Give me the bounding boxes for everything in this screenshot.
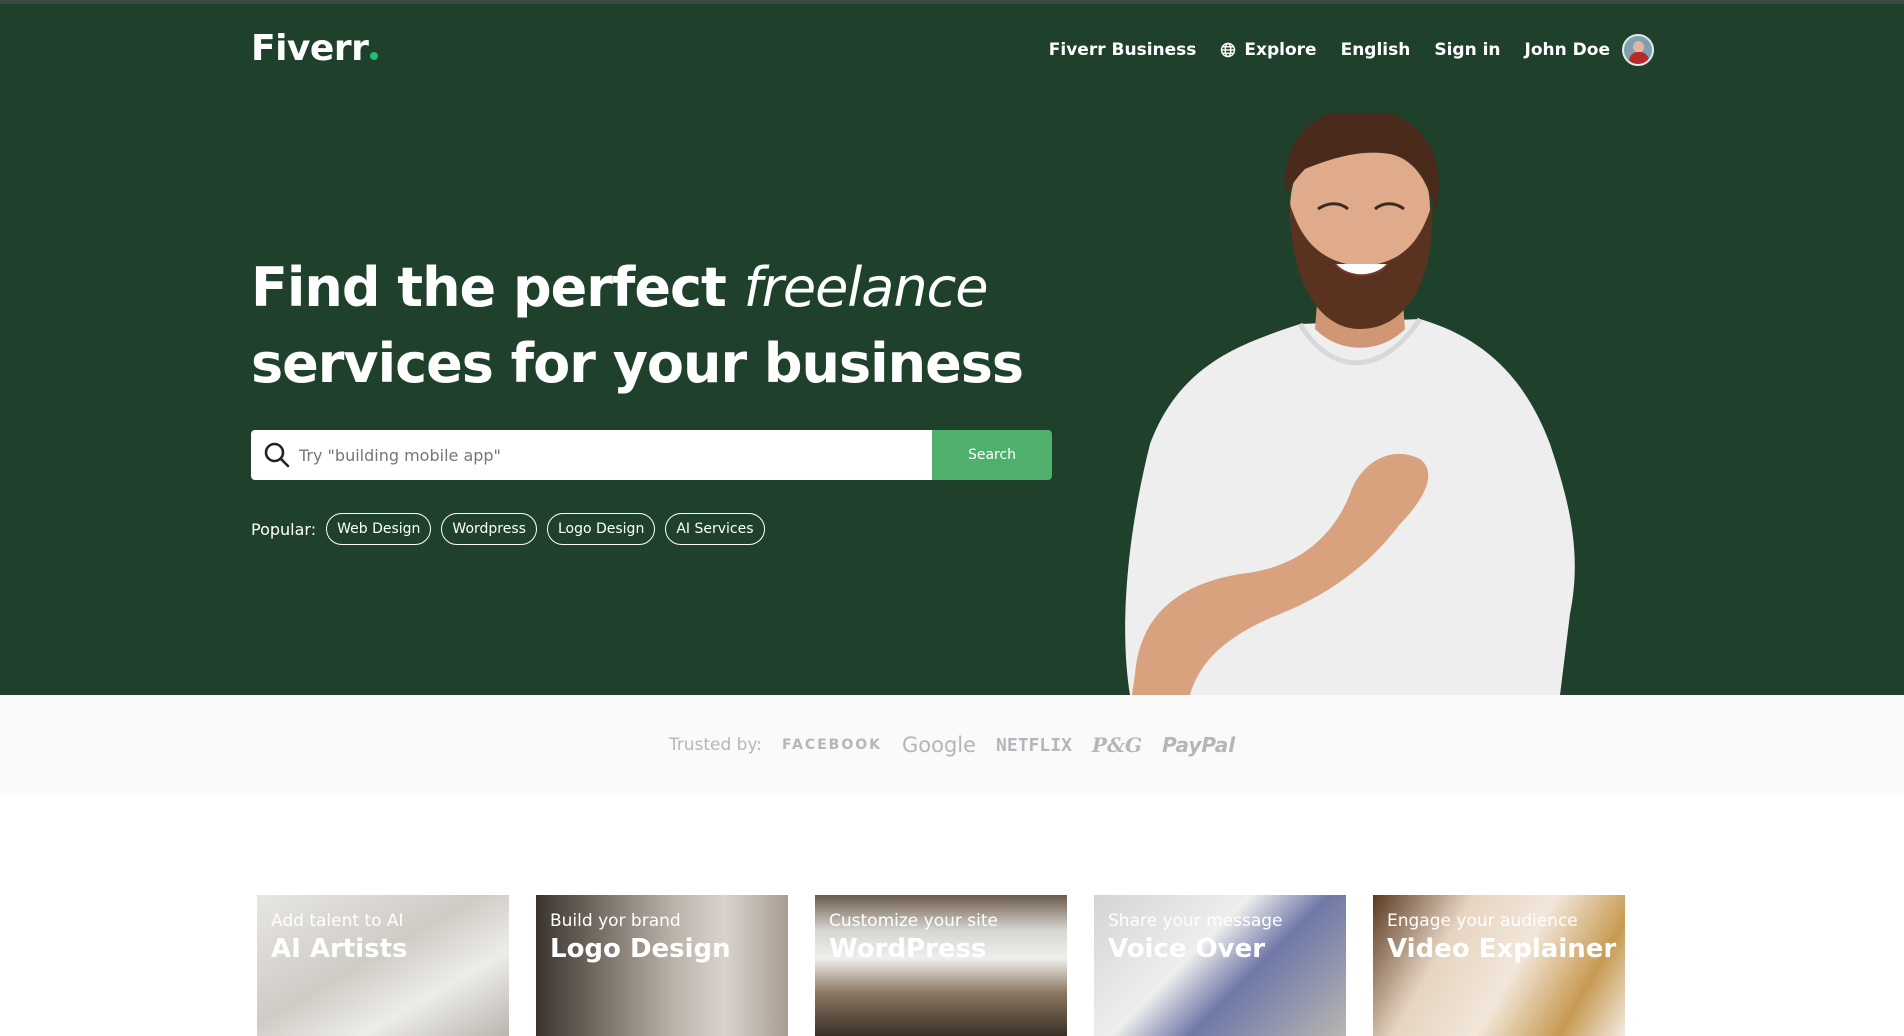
hero-person-image	[1125, 114, 1575, 695]
category-card-logo-design[interactable]: Build yor brand Logo Design	[536, 895, 788, 1036]
top-nav: Fiverr Fiverr Business Explore English S…	[0, 4, 1904, 94]
search-input[interactable]	[299, 445, 932, 465]
avatar-body	[1629, 52, 1649, 64]
card-title: Voice Over	[1108, 934, 1266, 964]
popular-pill-web-design[interactable]: Web Design	[326, 513, 432, 545]
user-name[interactable]: John Doe	[1525, 40, 1610, 60]
search-box[interactable]	[251, 430, 932, 480]
google-logo: Google	[901, 733, 977, 757]
headline-line2: services for your business	[251, 332, 1024, 395]
logo-dot	[370, 52, 379, 60]
card-subtitle: Engage your audience	[1387, 911, 1578, 931]
pg-logo: P&G	[1091, 733, 1143, 757]
card-title: WordPress	[829, 934, 987, 964]
card-title: Logo Design	[550, 934, 731, 964]
facebook-logo: FACEBOOK	[782, 737, 882, 753]
search-button[interactable]: Search	[932, 430, 1052, 480]
popular-searches: Popular: Web Design Wordpress Logo Desig…	[251, 513, 765, 545]
category-card-wordpress[interactable]: Customize your site WordPress	[815, 895, 1067, 1036]
trusted-by-bar: Trusted by: FACEBOOK Google NETFLIX P&G …	[0, 695, 1904, 795]
logo-text: Fiverr	[251, 28, 369, 69]
headline-bold: Find the perfect	[251, 256, 727, 319]
nav-links: Fiverr Business Explore English Sign in …	[1049, 34, 1654, 66]
category-card-video-explainer[interactable]: Engage your audience Video Explainer	[1373, 895, 1625, 1036]
card-subtitle: Share your message	[1108, 911, 1283, 931]
sign-in-link[interactable]: Sign in	[1434, 40, 1500, 60]
explore-label: Explore	[1244, 40, 1317, 60]
globe-icon	[1221, 42, 1236, 58]
hero-headline: Find the perfect freelance services for …	[251, 250, 1024, 402]
category-card-ai-artists[interactable]: Add talent to AI AI Artists	[257, 895, 509, 1036]
fiverr-logo[interactable]: Fiverr	[251, 28, 379, 69]
popular-pill-ai-services[interactable]: AI Services	[665, 513, 765, 545]
language-link[interactable]: English	[1341, 40, 1411, 60]
headline-italic: freelance	[743, 256, 989, 319]
hero-section: Fiverr Fiverr Business Explore English S…	[0, 4, 1904, 695]
paypal-logo: PayPal	[1162, 733, 1236, 757]
card-title: Video Explainer	[1387, 934, 1617, 964]
category-card-voice-over[interactable]: Share your message Voice Over	[1094, 895, 1346, 1036]
category-cards: Add talent to AI AI Artists Build yor br…	[257, 895, 1625, 1036]
trusted-label: Trusted by:	[668, 735, 763, 755]
card-title: AI Artists	[271, 934, 408, 964]
search-bar: Search	[251, 430, 1052, 480]
avatar[interactable]	[1622, 34, 1654, 66]
card-subtitle: Add talent to AI	[271, 911, 404, 931]
popular-label: Popular:	[251, 519, 317, 539]
explore-link[interactable]: Explore	[1220, 40, 1317, 60]
card-subtitle: Customize your site	[829, 911, 998, 931]
fiverr-business-link[interactable]: Fiverr Business	[1049, 40, 1197, 60]
netflix-logo: NETFLIX	[996, 734, 1072, 756]
card-subtitle: Build yor brand	[550, 911, 681, 931]
popular-pill-wordpress[interactable]: Wordpress	[441, 513, 537, 545]
popular-pill-logo-design[interactable]: Logo Design	[546, 513, 656, 545]
search-icon	[264, 442, 290, 468]
